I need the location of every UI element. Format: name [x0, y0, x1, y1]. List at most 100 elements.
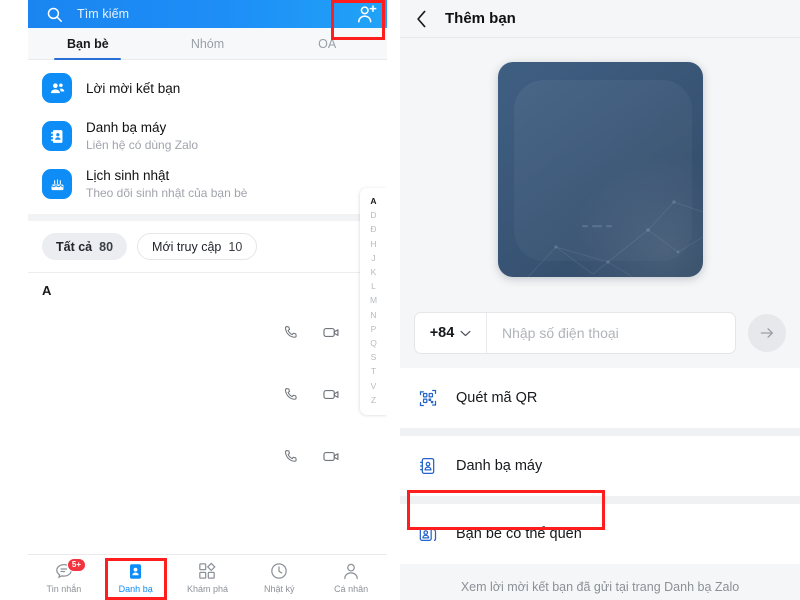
nav-item-profile-label: Cá nhân	[334, 584, 369, 594]
nav-item-messages-label: Tin nhắn	[46, 584, 82, 594]
search-bar[interactable]: Tìm kiếm	[28, 0, 387, 28]
qr-card-area	[400, 38, 800, 300]
quick-menu-list: Lời mời kết bạn Danh bạ máy Liên hệ có d…	[28, 60, 387, 208]
video-call-icon[interactable]	[322, 323, 341, 347]
alpha-index-letter[interactable]: L	[371, 279, 376, 293]
chevron-down-icon	[460, 330, 471, 336]
menu-item-subtitle: Liên hệ có dùng Zalo	[86, 138, 199, 152]
tab-friends-label: Bạn bè	[66, 36, 109, 51]
tab-groups-label: Nhóm	[190, 36, 225, 51]
option-people-you-may-know[interactable]: Bạn bè có thể quen	[400, 504, 800, 564]
menu-item-text: Danh bạ máy Liên hệ có dùng Zalo	[86, 119, 198, 153]
filter-chip-all-label: Tất cả	[56, 239, 93, 254]
nav-item-timeline[interactable]: Nhật ký	[243, 560, 315, 594]
filter-chip-all[interactable]: Tất cả 80	[42, 233, 128, 260]
alpha-index-letter[interactable]: T	[371, 364, 376, 378]
friend-requests-icon	[42, 73, 72, 103]
menu-item-text: Lời mời kết bạn	[86, 80, 180, 97]
nav-item-timeline-label: Nhật ký	[264, 584, 295, 594]
alpha-index-letter[interactable]: S	[371, 350, 377, 364]
decorative-network-lines	[527, 199, 703, 277]
tab-bar: Bạn bè Nhóm OA	[28, 28, 387, 60]
bottom-navigation: 5+ Tin nhắn Danh bạ Khám phá Nhật ký Cá …	[28, 554, 387, 600]
nav-item-messages[interactable]: 5+ Tin nhắn	[28, 558, 100, 594]
alpha-index-letter[interactable]: M	[370, 293, 377, 307]
menu-item-title: Lịch sinh nhật	[86, 168, 170, 183]
people-you-may-know-icon	[416, 524, 440, 544]
table-row[interactable]	[28, 304, 387, 366]
section-letter-header: A	[42, 283, 52, 298]
option-scan-qr-label: Quét mã QR	[456, 390, 538, 406]
option-phonebook[interactable]: Danh bạ máy	[400, 436, 800, 496]
filter-chip-recent-label: Mới truy cập	[152, 239, 222, 254]
phone-entry-row: +84 Nhập số điện thoại	[400, 300, 800, 368]
add-friend-screen: Thêm bạn +84 Nhập số điện thoại Quét mã …	[400, 0, 800, 600]
alphabet-index-scrubber[interactable]: A D Đ H J K L M N P Q S T V Z	[360, 188, 387, 416]
qr-scan-icon	[416, 388, 440, 408]
alpha-index-letter[interactable]: D	[370, 208, 376, 222]
alpha-index-letter[interactable]: P	[371, 322, 377, 336]
country-code-selector[interactable]: +84	[415, 313, 487, 353]
phone-call-icon[interactable]	[283, 324, 300, 346]
contacts-icon	[126, 560, 145, 582]
phone-number-input[interactable]: Nhập số điện thoại	[502, 325, 619, 341]
nav-item-discover-label: Khám phá	[186, 584, 228, 594]
filter-chip-row: Tất cả 80 Mới truy cập 10	[28, 221, 387, 272]
tab-oa[interactable]: OA	[267, 28, 387, 59]
tab-oa-label: OA	[318, 36, 337, 51]
option-divider	[400, 496, 800, 504]
birthday-cake-icon	[42, 169, 72, 199]
country-code-value: +84	[429, 325, 455, 341]
alpha-index-letter[interactable]: A	[370, 194, 376, 208]
nav-item-profile[interactable]: Cá nhân	[315, 560, 387, 594]
screenshot-root: Tìm kiếm Bạn bè Nhóm OA Lời mời kết bạn …	[0, 0, 800, 600]
table-row[interactable]	[28, 366, 387, 428]
alpha-index-letter[interactable]: Z	[371, 393, 376, 407]
option-scan-qr[interactable]: Quét mã QR	[400, 368, 800, 428]
alpha-index-letter[interactable]: Đ	[370, 222, 376, 236]
filter-chip-recent-count: 10	[228, 239, 243, 254]
add-friend-options: Quét mã QR Danh bạ máy Bạn bè có thể que…	[400, 368, 800, 564]
nav-item-discover[interactable]: Khám phá	[172, 560, 244, 594]
submit-phone-button[interactable]	[748, 314, 786, 352]
contact-row-actions	[283, 323, 341, 347]
phone-input-box[interactable]: +84 Nhập số điện thoại	[414, 312, 736, 354]
search-input[interactable]: Tìm kiếm	[77, 7, 129, 21]
option-divider	[400, 428, 800, 436]
menu-item-phonebook[interactable]: Danh bạ máy Liên hệ có dùng Zalo	[28, 112, 387, 160]
alpha-index-letter[interactable]: H	[370, 237, 376, 251]
tab-groups[interactable]: Nhóm	[148, 28, 268, 59]
video-call-icon[interactable]	[322, 447, 341, 471]
menu-item-birthday[interactable]: Lịch sinh nhật Theo dõi sinh nhật của bạ…	[28, 160, 387, 208]
unread-badge: 5+	[66, 558, 87, 572]
timeline-clock-icon	[269, 560, 289, 582]
filter-chip-all-count: 80	[99, 239, 114, 254]
add-friend-icon[interactable]	[356, 4, 378, 24]
alpha-index-letter[interactable]: Q	[370, 336, 377, 350]
tab-friends[interactable]: Bạn bè	[28, 28, 148, 60]
alpha-index-letter[interactable]: V	[371, 379, 377, 393]
person-icon	[341, 560, 361, 582]
chat-bubble-icon: 5+	[54, 558, 87, 582]
menu-item-text: Lịch sinh nhật Theo dõi sinh nhật của bạ…	[86, 167, 247, 201]
arrow-right-icon	[760, 328, 773, 338]
table-row[interactable]	[28, 428, 387, 490]
back-chevron-icon[interactable]	[416, 10, 427, 28]
menu-item-title: Lời mời kết bạn	[86, 80, 181, 96]
alpha-index-letter[interactable]: K	[371, 265, 377, 279]
contact-row-actions	[283, 447, 341, 471]
blurred-qr-code-card	[497, 61, 703, 277]
phone-call-icon[interactable]	[283, 386, 300, 408]
nav-item-contacts-label: Danh bạ	[118, 584, 153, 594]
alpha-index-letter[interactable]: J	[371, 251, 375, 265]
screen-header: Thêm bạn	[400, 0, 800, 38]
menu-item-friend-requests[interactable]: Lời mời kết bạn	[28, 64, 387, 112]
filter-chip-recent[interactable]: Mới truy cập 10	[137, 233, 258, 260]
zalo-contacts-screen: Tìm kiếm Bạn bè Nhóm OA Lời mời kết bạn …	[28, 0, 387, 600]
phone-call-icon[interactable]	[283, 448, 300, 470]
video-call-icon[interactable]	[322, 385, 341, 409]
footer-note: Xem lời mời kết bạn đã gửi tại trang Dan…	[400, 564, 800, 594]
alpha-index-letter[interactable]: N	[370, 308, 376, 322]
nav-item-contacts[interactable]: Danh bạ	[100, 560, 172, 594]
search-icon	[46, 6, 63, 23]
